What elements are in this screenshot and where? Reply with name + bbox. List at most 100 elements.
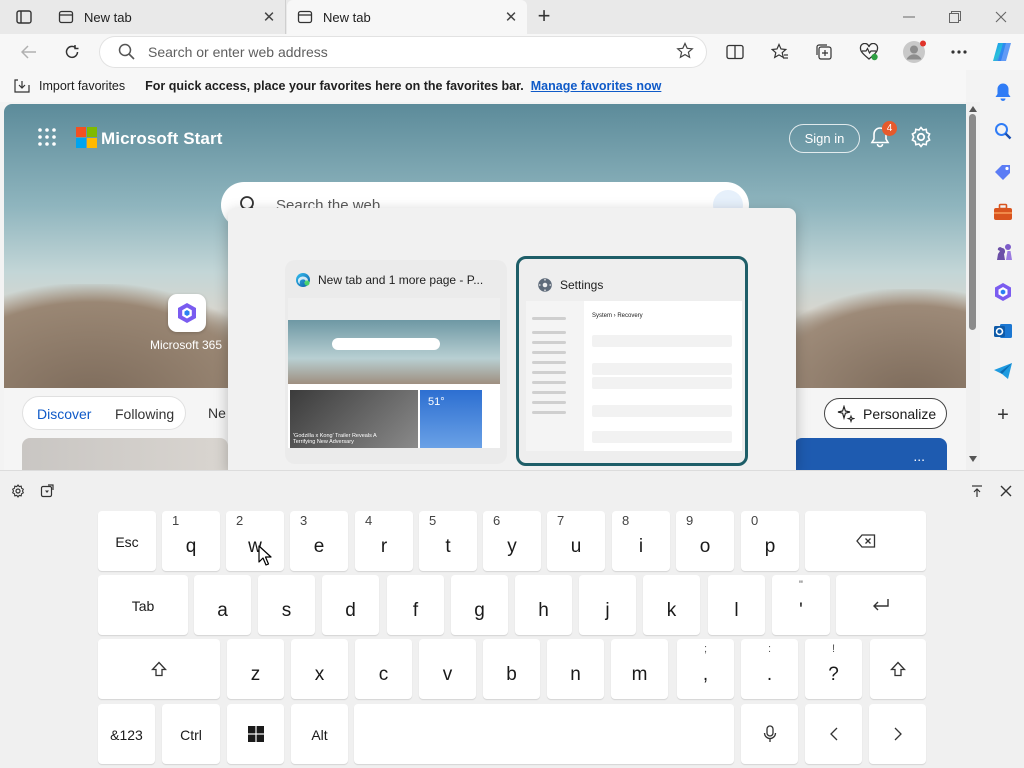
key-w[interactable]: w2 [226, 511, 284, 571]
key-n[interactable]: n [547, 639, 604, 699]
scroll-up-icon[interactable] [969, 106, 977, 112]
notification-bell-icon[interactable] [991, 80, 1015, 104]
tab-following[interactable]: Following [115, 406, 174, 422]
outlook-icon[interactable] [991, 319, 1015, 343]
key-x[interactable]: x [291, 639, 348, 699]
close-window-icon[interactable] [978, 0, 1024, 34]
personalize-button[interactable]: Personalize [824, 398, 947, 429]
arrow-right-key[interactable] [869, 704, 926, 764]
key-b[interactable]: b [483, 639, 540, 699]
close-keyboard-icon[interactable] [998, 483, 1014, 499]
search-icon[interactable] [991, 119, 1015, 143]
window-preview-edge[interactable]: New tab and 1 more page - P... 'Godzilla… [285, 260, 507, 464]
shift-left-key[interactable] [98, 639, 220, 699]
import-favorites-button[interactable]: Import favorites [14, 78, 125, 94]
scroll-down-icon[interactable] [969, 456, 977, 462]
news-card[interactable]: ... [794, 438, 947, 470]
copilot-icon[interactable] [989, 40, 1015, 64]
settings-and-more-icon[interactable] [946, 40, 972, 64]
microsoft-365-icon[interactable] [991, 280, 1015, 304]
refresh-icon[interactable] [59, 40, 85, 64]
key-g[interactable]: g [451, 575, 508, 635]
browser-essentials-icon[interactable] [856, 40, 882, 64]
new-tab-plus-icon[interactable]: + [532, 5, 556, 28]
key-f[interactable]: f [387, 575, 444, 635]
collections-icon[interactable] [811, 40, 837, 64]
address-bar[interactable]: Search or enter web address [100, 37, 706, 67]
key-label: s [281, 600, 292, 621]
page-settings-gear-icon[interactable] [910, 126, 932, 148]
split-screen-icon[interactable] [722, 40, 748, 64]
key-o[interactable]: o9 [676, 511, 734, 571]
key-Ctrl[interactable]: Ctrl [162, 704, 220, 764]
favorites-icon[interactable] [767, 40, 793, 64]
news-card-image[interactable] [22, 438, 228, 470]
profile-avatar-icon[interactable] [901, 40, 927, 64]
add-favorite-star-icon[interactable] [676, 42, 694, 60]
tab-1-close-icon[interactable]: ✕ [261, 9, 277, 26]
key-alternate-label: " [799, 579, 803, 591]
key-c44[interactable]: ,; [677, 639, 734, 699]
space-bar[interactable] [354, 704, 734, 764]
key-t[interactable]: t5 [419, 511, 477, 571]
microphone-key[interactable] [741, 704, 798, 764]
back-arrow-icon[interactable] [16, 40, 42, 64]
key-r[interactable]: r4 [355, 511, 413, 571]
key-z[interactable]: z [227, 639, 284, 699]
key-k[interactable]: k [643, 575, 700, 635]
key-c[interactable]: c [355, 639, 412, 699]
key-Alt[interactable]: Alt [291, 704, 348, 764]
page-scrollbar[interactable] [966, 102, 980, 470]
key-j[interactable]: j [579, 575, 636, 635]
key-s[interactable]: s [258, 575, 315, 635]
minimize-icon[interactable] [886, 0, 932, 34]
arrow-left-key[interactable] [805, 704, 862, 764]
windows-key[interactable] [227, 704, 284, 764]
key-q[interactable]: q1 [162, 511, 220, 571]
key-&123[interactable]: &123 [98, 704, 155, 764]
key-y[interactable]: y6 [483, 511, 541, 571]
sign-in-button[interactable]: Sign in [789, 124, 860, 153]
key-a[interactable]: a [194, 575, 251, 635]
shift-right-key[interactable] [870, 639, 926, 699]
app-launcher-grid-icon[interactable] [38, 128, 56, 146]
tab-discover[interactable]: Discover [37, 406, 91, 422]
microsoft-365-quicklink-icon[interactable] [168, 294, 206, 332]
tab-2-close-icon[interactable]: ✕ [503, 9, 519, 26]
key-c46[interactable]: .: [741, 639, 798, 699]
enter-key[interactable] [836, 575, 926, 635]
tab-2[interactable]: New tab ✕ [287, 0, 527, 34]
games-chess-icon[interactable] [991, 240, 1015, 264]
key-d[interactable]: d [322, 575, 379, 635]
window-preview-settings[interactable]: Settings System › Recovery [516, 256, 748, 466]
manage-favorites-link[interactable]: Manage favorites now [531, 79, 662, 93]
tools-briefcase-icon[interactable] [991, 200, 1015, 224]
undock-keyboard-icon[interactable] [969, 483, 985, 499]
scrollbar-thumb[interactable] [969, 114, 976, 330]
key-Tab[interactable]: Tab [98, 575, 188, 635]
key-v[interactable]: v [419, 639, 476, 699]
key-c39[interactable]: ' " [772, 575, 830, 635]
key-l[interactable]: l [708, 575, 765, 635]
emoji-clipboard-icon[interactable] [39, 483, 55, 499]
window-thumbnail: System › Recovery [526, 301, 742, 451]
microsoft-365-quicklink-label[interactable]: Microsoft 365 [150, 338, 222, 352]
backspace-key[interactable] [805, 511, 926, 571]
shopping-tag-icon[interactable] [991, 160, 1015, 184]
key-p[interactable]: p0 [741, 511, 799, 571]
key-h[interactable]: h [515, 575, 572, 635]
card-more-options-icon[interactable]: ... [913, 448, 925, 464]
add-sidebar-app-plus-icon[interactable]: + [991, 403, 1015, 427]
restore-icon[interactable] [932, 0, 978, 34]
key-c63[interactable]: ?! [805, 639, 862, 699]
tab-actions-icon[interactable] [10, 8, 38, 26]
key-Esc[interactable]: Esc [98, 511, 156, 571]
key-u[interactable]: u7 [547, 511, 605, 571]
send-telegram-icon[interactable] [991, 359, 1015, 383]
key-i[interactable]: i8 [612, 511, 670, 571]
keyboard-settings-gear-icon[interactable] [10, 483, 26, 499]
key-m[interactable]: m [611, 639, 668, 699]
tab-1[interactable]: New tab ✕ [48, 0, 286, 34]
key-e[interactable]: e3 [290, 511, 348, 571]
tab-news[interactable]: Ne [208, 405, 226, 421]
